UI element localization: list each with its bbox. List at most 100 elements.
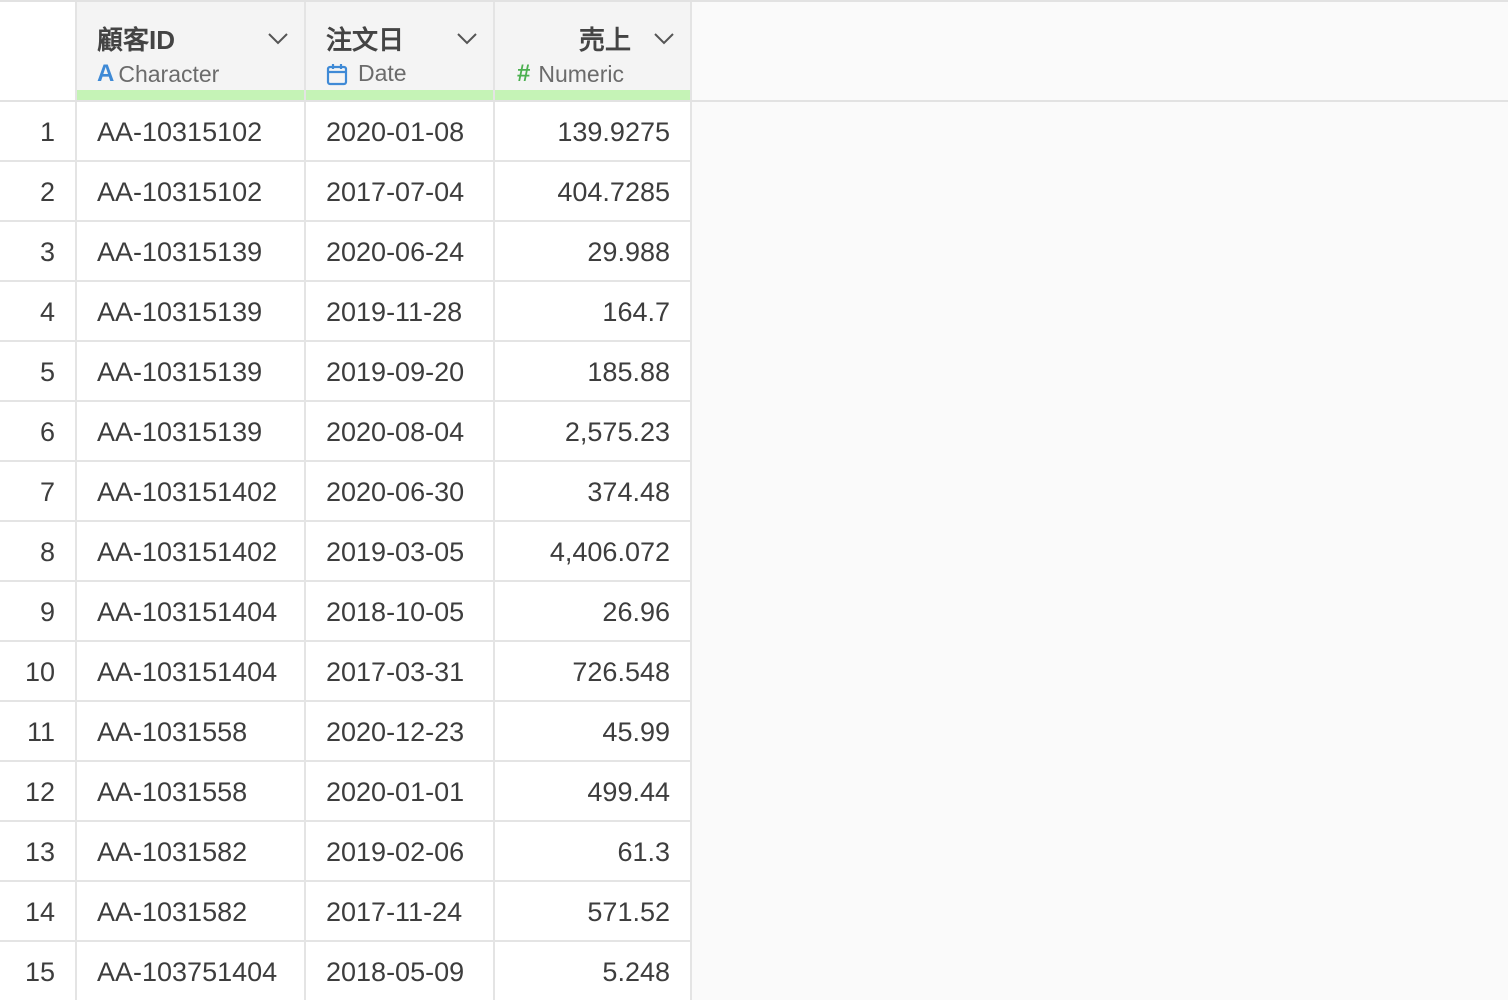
table-row[interactable]: 2 AA-10315102 2017-07-04 404.7285 xyxy=(0,162,692,222)
cell-customer-id[interactable]: AA-103151404 xyxy=(77,642,306,700)
column-title: 売上 xyxy=(579,25,632,55)
table-row[interactable]: 10 AA-103151404 2017-03-31 726.548 xyxy=(0,642,692,702)
row-number: 12 xyxy=(0,762,77,820)
data-quality-bar xyxy=(77,90,304,100)
cell-customer-id[interactable]: AA-1031558 xyxy=(77,702,306,760)
cell-customer-id[interactable]: AA-10315139 xyxy=(77,402,306,460)
row-number: 6 xyxy=(0,402,77,460)
cell-customer-id[interactable]: AA-10315139 xyxy=(77,342,306,400)
cell-customer-id[interactable]: AA-10315102 xyxy=(77,102,306,160)
table-row[interactable]: 3 AA-10315139 2020-06-24 29.988 xyxy=(0,222,692,282)
cell-customer-id[interactable]: AA-1031582 xyxy=(77,882,306,940)
column-header-sales[interactable]: 売上 # Numeric xyxy=(495,2,692,100)
cell-customer-id[interactable]: AA-10315139 xyxy=(77,222,306,280)
character-type-icon: A xyxy=(97,60,115,87)
row-number: 14 xyxy=(0,882,77,940)
row-number: 10 xyxy=(0,642,77,700)
cell-order-date[interactable]: 2020-01-08 xyxy=(306,102,495,160)
cell-order-date[interactable]: 2017-03-31 xyxy=(306,642,495,700)
table-row[interactable]: 8 AA-103151402 2019-03-05 4,406.072 xyxy=(0,522,692,582)
cell-sales[interactable]: 4,406.072 xyxy=(495,522,692,580)
cell-order-date[interactable]: 2020-06-24 xyxy=(306,222,495,280)
row-number: 11 xyxy=(0,702,77,760)
cell-sales[interactable]: 374.48 xyxy=(495,462,692,520)
row-number: 3 xyxy=(0,222,77,280)
row-number-header xyxy=(0,2,77,100)
cell-order-date[interactable]: 2020-12-23 xyxy=(306,702,495,760)
column-header-order-date[interactable]: 注文日 Date xyxy=(306,2,495,100)
cell-customer-id[interactable]: AA-103151404 xyxy=(77,582,306,640)
cell-customer-id[interactable]: AA-103751404 xyxy=(77,942,306,1000)
column-type-label: Character xyxy=(118,60,220,87)
table-row[interactable]: 1 AA-10315102 2020-01-08 139.9275 xyxy=(0,102,692,162)
cell-sales[interactable]: 571.52 xyxy=(495,882,692,940)
cell-order-date[interactable]: 2020-08-04 xyxy=(306,402,495,460)
table-row[interactable]: 4 AA-10315139 2019-11-28 164.7 xyxy=(0,282,692,342)
chevron-down-icon[interactable] xyxy=(456,32,478,46)
cell-order-date[interactable]: 2018-05-09 xyxy=(306,942,495,1000)
table-row[interactable]: 11 AA-1031558 2020-12-23 45.99 xyxy=(0,702,692,762)
cell-sales[interactable]: 164.7 xyxy=(495,282,692,340)
column-type: A Character xyxy=(97,60,219,88)
cell-customer-id[interactable]: AA-10315139 xyxy=(77,282,306,340)
cell-customer-id[interactable]: AA-10315102 xyxy=(77,162,306,220)
column-type: # Numeric xyxy=(517,60,624,88)
table-row[interactable]: 13 AA-1031582 2019-02-06 61.3 xyxy=(0,822,692,882)
cell-order-date[interactable]: 2019-11-28 xyxy=(306,282,495,340)
cell-sales[interactable]: 139.9275 xyxy=(495,102,692,160)
cell-sales[interactable]: 404.7285 xyxy=(495,162,692,220)
column-header-customer-id[interactable]: 顧客ID A Character xyxy=(77,2,306,100)
cell-order-date[interactable]: 2020-06-30 xyxy=(306,462,495,520)
cell-customer-id[interactable]: AA-103151402 xyxy=(77,462,306,520)
row-number: 5 xyxy=(0,342,77,400)
column-type-label: Date xyxy=(358,60,407,86)
cell-order-date[interactable]: 2017-07-04 xyxy=(306,162,495,220)
row-number: 15 xyxy=(0,942,77,1000)
table-row[interactable]: 9 AA-103151404 2018-10-05 26.96 xyxy=(0,582,692,642)
column-header-row: 顧客ID A Character 注文日 Date 売上 # Numeric xyxy=(0,2,1508,102)
row-number: 2 xyxy=(0,162,77,220)
cell-customer-id[interactable]: AA-1031582 xyxy=(77,822,306,880)
chevron-down-icon[interactable] xyxy=(267,32,289,46)
column-title: 注文日 xyxy=(326,25,405,55)
cell-order-date[interactable]: 2018-10-05 xyxy=(306,582,495,640)
cell-sales[interactable]: 499.44 xyxy=(495,762,692,820)
cell-sales[interactable]: 45.99 xyxy=(495,702,692,760)
hash-icon: # xyxy=(517,60,531,87)
table-row[interactable]: 15 AA-103751404 2018-05-09 5.248 xyxy=(0,942,692,1000)
cell-order-date[interactable]: 2020-01-01 xyxy=(306,762,495,820)
cell-order-date[interactable]: 2019-03-05 xyxy=(306,522,495,580)
cell-customer-id[interactable]: AA-103151402 xyxy=(77,522,306,580)
column-title: 顧客ID xyxy=(97,25,176,55)
cell-sales[interactable]: 26.96 xyxy=(495,582,692,640)
row-number: 4 xyxy=(0,282,77,340)
table-body: 1 AA-10315102 2020-01-08 139.9275 2 AA-1… xyxy=(0,102,692,1000)
cell-sales[interactable]: 726.548 xyxy=(495,642,692,700)
cell-order-date[interactable]: 2017-11-24 xyxy=(306,882,495,940)
data-quality-bar xyxy=(495,90,690,100)
cell-sales[interactable]: 61.3 xyxy=(495,822,692,880)
cell-sales[interactable]: 5.248 xyxy=(495,942,692,1000)
column-type: Date xyxy=(326,60,407,87)
table-row[interactable]: 5 AA-10315139 2019-09-20 185.88 xyxy=(0,342,692,402)
chevron-down-icon[interactable] xyxy=(653,32,675,46)
cell-sales[interactable]: 29.988 xyxy=(495,222,692,280)
calendar-icon xyxy=(326,63,348,85)
column-type-label: Numeric xyxy=(538,60,624,87)
cell-customer-id[interactable]: AA-1031558 xyxy=(77,762,306,820)
cell-order-date[interactable]: 2019-02-06 xyxy=(306,822,495,880)
row-number: 1 xyxy=(0,102,77,160)
row-number: 9 xyxy=(0,582,77,640)
table-row[interactable]: 6 AA-10315139 2020-08-04 2,575.23 xyxy=(0,402,692,462)
cell-sales[interactable]: 2,575.23 xyxy=(495,402,692,460)
row-number: 7 xyxy=(0,462,77,520)
cell-order-date[interactable]: 2019-09-20 xyxy=(306,342,495,400)
table-row[interactable]: 7 AA-103151402 2020-06-30 374.48 xyxy=(0,462,692,522)
table-row[interactable]: 12 AA-1031558 2020-01-01 499.44 xyxy=(0,762,692,822)
cell-sales[interactable]: 185.88 xyxy=(495,342,692,400)
row-number: 13 xyxy=(0,822,77,880)
data-grid-page: 顧客ID A Character 注文日 Date 売上 # Numeric 1… xyxy=(0,0,1508,1000)
table-row[interactable]: 14 AA-1031582 2017-11-24 571.52 xyxy=(0,882,692,942)
row-number: 8 xyxy=(0,522,77,580)
data-quality-bar xyxy=(306,90,493,100)
